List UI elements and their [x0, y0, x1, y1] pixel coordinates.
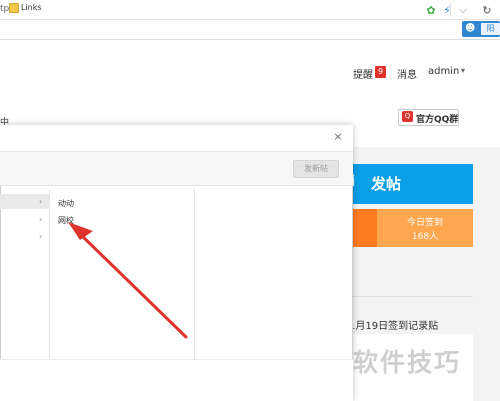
subforum-column — [196, 189, 339, 359]
forum-item[interactable]: 动动 — [58, 198, 74, 209]
qq-group-icon: Q — [402, 111, 413, 122]
checkin-title: 今日签到 — [406, 218, 443, 228]
post-button-label[interactable]: 发帖 — [371, 173, 401, 194]
checkin-count: 168人 — [411, 232, 439, 242]
folder-icon — [9, 3, 19, 13]
notify-link[interactable]: 提醒 — [353, 66, 373, 81]
close-icon[interactable]: × — [332, 131, 344, 143]
sidebar-toggle-label: 阳 — [481, 23, 500, 35]
toolbar-divider — [450, 3, 451, 17]
new-post-button[interactable]: 发新帖 — [293, 160, 339, 178]
people-icon: ☻ — [465, 23, 476, 34]
category-column — [0, 189, 50, 359]
panel-divider — [337, 296, 473, 297]
refresh-icon[interactable]: ↻ — [480, 3, 494, 17]
favorites-folder-label[interactable]: Links — [21, 3, 42, 12]
user-menu[interactable]: admin — [428, 66, 459, 77]
chevron-right-icon[interactable]: › — [39, 198, 45, 206]
dialog-header — [0, 125, 353, 152]
checkin-post-link[interactable]: 1月19日签到记录贴 — [349, 317, 438, 332]
favorites-bar — [0, 21, 500, 40]
post-button[interactable] — [337, 164, 473, 204]
chevron-right-icon[interactable]: › — [39, 233, 45, 241]
forum-item[interactable]: 网校 — [58, 215, 74, 226]
caret-down-icon[interactable]: ▾ — [461, 66, 465, 75]
chevron-right-icon[interactable]: › — [39, 216, 45, 224]
dialog-footer — [0, 359, 353, 401]
notify-count-badge: 9 — [375, 66, 386, 78]
messages-link[interactable]: 消息 — [397, 66, 417, 81]
watermark-text: 软件技巧 — [353, 348, 462, 377]
security-shield-icon[interactable]: ✿ — [424, 3, 438, 17]
chevron-down-icon[interactable]: ⌵ — [456, 3, 470, 17]
lightning-icon[interactable]: ⚡ — [440, 3, 454, 17]
qq-group-label[interactable]: 官方QQ群 — [416, 112, 458, 125]
